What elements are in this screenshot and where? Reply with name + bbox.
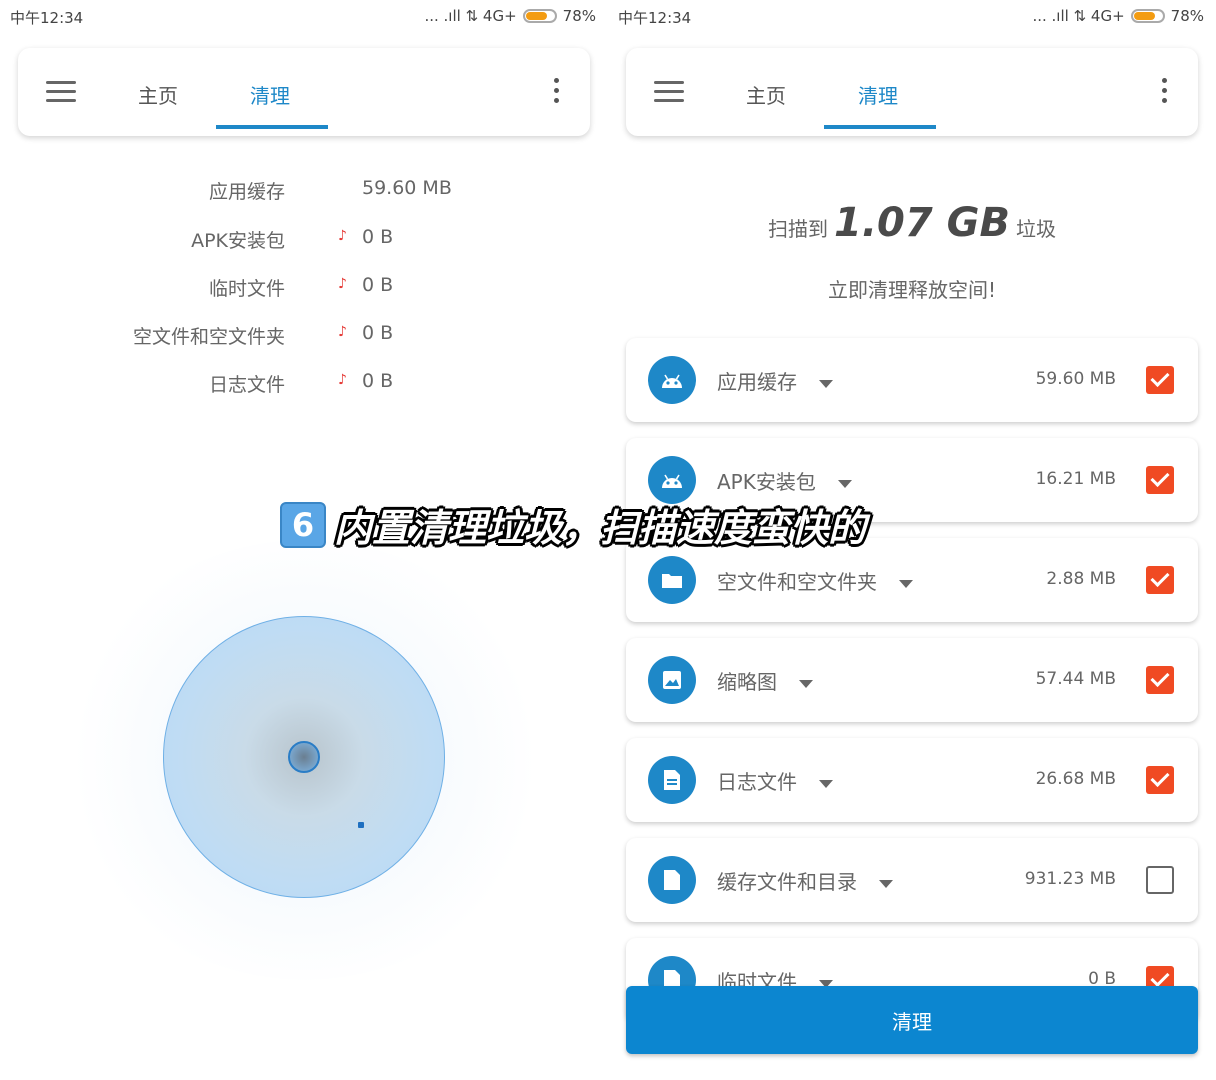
status-time: 中午12:34	[10, 9, 84, 27]
scan-row-label: 临时文件	[208, 278, 285, 300]
scan-row-label: APK安装包	[191, 230, 285, 252]
scan-row: 空文件和空文件夹 ♪ 0 B	[0, 322, 608, 352]
junk-item-size: 16.21 MB	[1035, 469, 1116, 489]
clean-button[interactable]: 清理	[626, 986, 1198, 1054]
radar-center-icon	[288, 741, 320, 773]
battery-level: 78%	[1170, 7, 1204, 25]
battery-level: 78%	[562, 7, 596, 25]
folder-icon	[648, 556, 696, 604]
junk-item-size: 2.88 MB	[1046, 569, 1116, 589]
expand-caret-icon[interactable]	[819, 779, 833, 788]
junk-summary: 扫描到 1.07 GB 垃圾	[608, 200, 1216, 246]
android-icon	[648, 356, 696, 404]
progress-tick-icon: ♪	[338, 276, 347, 292]
junk-item-name: 日志文件	[717, 770, 797, 794]
scan-row-value: 0 B	[362, 322, 394, 344]
status-bar: 中午12:34 ... .ıll ⇅ 4G+ 78%	[608, 0, 1216, 34]
expand-caret-icon[interactable]	[837, 479, 852, 488]
caption-text: 内置清理垃圾，扫描速度蛮快的	[334, 506, 867, 550]
progress-tick-icon: ♪	[338, 228, 347, 244]
tab-indicator	[824, 125, 936, 129]
expand-caret-icon[interactable]	[879, 879, 893, 888]
image-icon	[648, 656, 696, 704]
junk-item-checkbox[interactable]	[1146, 866, 1174, 894]
junk-item-name: APK安装包	[717, 470, 816, 494]
junk-item-checkbox[interactable]	[1146, 666, 1174, 694]
junk-item-size: 59.60 MB	[1035, 369, 1116, 389]
radar-blip-icon	[358, 822, 364, 828]
app-bar: 主页 清理	[18, 48, 590, 136]
signal-icon: ... .ıll ⇅ 4G+	[1032, 7, 1125, 25]
progress-tick-icon: ♪	[338, 372, 347, 388]
junk-item-checkbox[interactable]	[1146, 366, 1174, 394]
junk-item-name: 应用缓存	[717, 370, 797, 394]
expand-caret-icon[interactable]	[819, 379, 833, 388]
file-icon	[648, 856, 696, 904]
signal-icon: ... .ıll ⇅ 4G+	[424, 7, 517, 25]
scan-row: 临时文件 ♪ 0 B	[0, 274, 608, 304]
status-bar: 中午12:34 ... .ıll ⇅ 4G+ 78%	[0, 0, 608, 34]
scan-row: APK安装包 ♪ 0 B	[0, 226, 608, 256]
scan-row: 应用缓存 59.60 MB	[0, 177, 608, 207]
junk-total-size: 1.07 GB	[834, 200, 1010, 246]
app-bar: 主页 清理	[626, 48, 1198, 136]
summary-subtitle: 立即清理释放空间!	[827, 278, 997, 302]
junk-item-name: 缩略图	[717, 670, 777, 694]
junk-item[interactable]: 日志文件 26.68 MB	[626, 738, 1198, 822]
junk-item[interactable]: 缩略图 57.44 MB	[626, 638, 1198, 722]
document-icon	[648, 756, 696, 804]
summary-prefix: 扫描到	[768, 217, 829, 241]
expand-caret-icon[interactable]	[899, 579, 913, 588]
tab-indicator	[216, 125, 328, 129]
scan-row: 日志文件 ♪ 0 B	[0, 370, 608, 400]
battery-icon	[522, 9, 557, 23]
junk-item-size: 26.68 MB	[1035, 769, 1116, 789]
tab-clean[interactable]: 清理	[250, 80, 290, 109]
tab-home[interactable]: 主页	[746, 80, 786, 109]
tab-home[interactable]: 主页	[138, 80, 178, 109]
menu-icon[interactable]	[654, 81, 684, 103]
caption-number-badge: 6	[280, 501, 326, 548]
scan-row-label: 应用缓存	[208, 181, 285, 203]
scan-row-value: 59.60 MB	[362, 177, 452, 199]
scan-row-value: 0 B	[362, 370, 394, 392]
junk-item-size: 57.44 MB	[1035, 669, 1116, 689]
junk-item-checkbox[interactable]	[1146, 566, 1174, 594]
battery-icon	[1130, 9, 1165, 23]
menu-icon[interactable]	[46, 81, 76, 103]
scan-row-value: 0 B	[362, 226, 394, 248]
junk-item-checkbox[interactable]	[1146, 466, 1174, 494]
junk-item[interactable]: 应用缓存 59.60 MB	[626, 338, 1198, 422]
junk-item-size: 931.23 MB	[1024, 869, 1116, 889]
expand-caret-icon[interactable]	[799, 679, 813, 688]
scan-row-value: 0 B	[362, 274, 394, 296]
scan-row-label: 空文件和空文件夹	[132, 326, 285, 348]
junk-item-checkbox[interactable]	[1146, 766, 1174, 794]
more-options-icon[interactable]	[1162, 78, 1168, 108]
junk-item-name: 缓存文件和目录	[717, 870, 857, 894]
summary-suffix: 垃圾	[1015, 217, 1056, 241]
progress-tick-icon: ♪	[338, 324, 347, 340]
video-caption: 6 内置清理垃圾，扫描速度蛮快的	[280, 497, 866, 552]
junk-item[interactable]: 缓存文件和目录 931.23 MB	[626, 838, 1198, 922]
status-time: 中午12:34	[618, 9, 692, 27]
scan-row-label: 日志文件	[208, 374, 285, 396]
junk-item-name: 空文件和空文件夹	[717, 570, 877, 594]
tab-clean[interactable]: 清理	[858, 80, 898, 109]
more-options-icon[interactable]	[554, 78, 560, 108]
